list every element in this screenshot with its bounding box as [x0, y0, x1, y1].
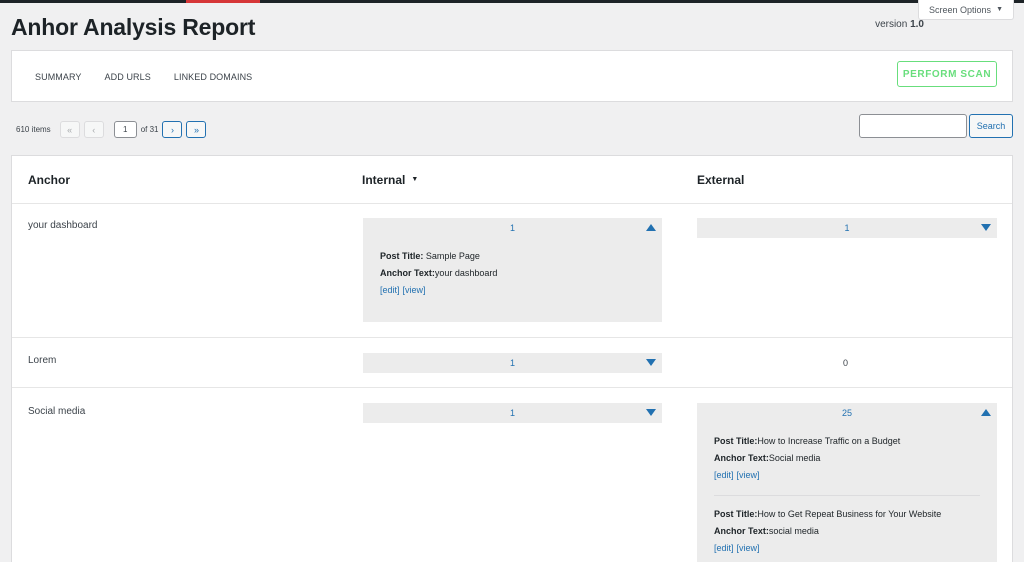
anchor-cell: your dashboard	[28, 220, 98, 231]
next-page-button[interactable]: ›	[162, 121, 183, 138]
screen-options-label: Screen Options	[929, 4, 992, 15]
link-count: 1	[509, 358, 515, 368]
link-entry: Post Title: Sample Page Anchor Text:your…	[380, 251, 498, 295]
anchor-text: your dashboard	[434, 268, 498, 278]
triangle-down-icon[interactable]	[646, 359, 656, 366]
admin-bar-accent	[186, 0, 260, 3]
view-link[interactable]: [view]	[737, 543, 760, 553]
prev-page-button: ‹	[83, 121, 104, 138]
tab-add-urls[interactable]: ADD URLS	[105, 72, 151, 82]
link-count: 1	[509, 408, 515, 418]
triangle-up-icon[interactable]	[646, 224, 656, 231]
view-link[interactable]: [view]	[403, 285, 426, 295]
last-page-button[interactable]: »	[186, 121, 207, 138]
post-title: How to Increase Traffic on a Budget	[757, 436, 901, 446]
internal-links-panel: 1	[363, 353, 662, 373]
edit-link[interactable]: [edit]	[714, 543, 734, 553]
view-link[interactable]: [view]	[737, 470, 760, 480]
link-count: 1	[844, 223, 850, 233]
column-header-external[interactable]: External	[697, 173, 744, 187]
edit-link[interactable]: [edit]	[380, 285, 400, 295]
external-count-toggle[interactable]: 1	[697, 218, 997, 238]
external-count-toggle[interactable]: 25	[697, 403, 997, 423]
anchor-text: Social media	[768, 453, 821, 463]
internal-count-toggle[interactable]: 1	[363, 218, 662, 238]
tab-linked-domains[interactable]: LINKED DOMAINS	[174, 72, 252, 82]
caret-down-icon: ▼	[996, 6, 1003, 13]
triangle-down-icon[interactable]	[981, 224, 991, 231]
first-page-button: «	[59, 121, 80, 138]
items-count: 610 items	[16, 125, 51, 134]
page-title: Anhor Analysis Report	[11, 14, 256, 40]
tab-summary[interactable]: SUMMARY	[35, 72, 82, 82]
entry-divider	[714, 495, 980, 496]
screen-options-button[interactable]: Screen Options ▼	[918, 0, 1014, 20]
triangle-up-icon[interactable]	[981, 409, 991, 416]
external-links-panel: 25 Post Title:How to Increase Traffic on…	[697, 403, 997, 562]
edit-link[interactable]: [edit]	[714, 470, 734, 480]
row-divider	[12, 387, 1012, 388]
column-header-anchor[interactable]: Anchor	[28, 173, 70, 187]
external-count: 0	[843, 358, 849, 368]
link-entry: Post Title:How to Increase Traffic on a …	[697, 423, 997, 556]
nav-panel: SUMMARY ADD URLS LINKED DOMAINS PERFORM …	[11, 50, 1013, 102]
total-pages: of 31	[140, 125, 159, 134]
pagination: 610 items « ‹ 1 of 31 › »	[16, 121, 210, 138]
internal-count-toggle[interactable]: 1	[363, 403, 662, 423]
version-number: 1.0	[910, 19, 924, 30]
post-title: How to Get Repeat Business for Your Webs…	[757, 509, 942, 519]
version-label: version 1.0	[875, 19, 924, 30]
external-links-panel: 1	[697, 218, 997, 238]
anchor-cell: Social media	[28, 406, 86, 417]
nav-tabs: SUMMARY ADD URLS LINKED DOMAINS	[35, 72, 252, 82]
internal-links-panel: 1 Post Title: Sample Page Anchor Text:yo…	[363, 218, 662, 322]
anchor-text: social media	[768, 526, 819, 536]
admin-bar-strip	[0, 0, 1024, 3]
triangle-down-icon[interactable]	[646, 409, 656, 416]
row-divider	[12, 337, 1012, 338]
sort-caret-icon: ▼	[411, 176, 419, 183]
row-divider	[12, 203, 1012, 204]
link-count: 25	[841, 408, 852, 418]
anchor-cell: Lorem	[28, 355, 57, 366]
internal-count-toggle[interactable]: 1	[363, 353, 662, 373]
search-input[interactable]	[859, 114, 967, 138]
search-button[interactable]: Search	[969, 114, 1013, 138]
post-title: Sample Page	[423, 251, 480, 261]
perform-scan-button[interactable]: PERFORM SCAN	[897, 61, 997, 87]
link-count: 1	[509, 223, 515, 233]
current-page-input[interactable]: 1	[113, 121, 137, 138]
column-header-internal[interactable]: Internal ▼	[362, 173, 418, 187]
internal-links-panel: 1	[363, 403, 662, 423]
anchor-table: Anchor Internal ▼ External your dashboard…	[11, 155, 1013, 562]
